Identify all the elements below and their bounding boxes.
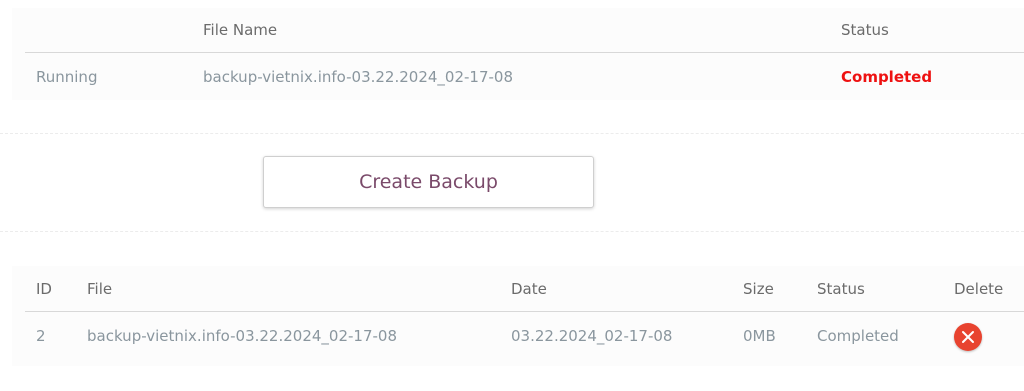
backups-header-file: File [87,280,113,298]
delete-backup-button[interactable] [954,323,982,351]
backups-header-status: Status [817,280,865,298]
running-header-status: Status [841,21,889,39]
backups-header-date: Date [511,280,547,298]
close-circle-icon [962,331,974,343]
backup-row-size: 0MB [743,327,776,345]
running-row-label: Running [36,68,98,86]
backups-header-id: ID [36,280,52,298]
backup-row-status: Completed [817,327,899,345]
running-row-status: Completed [841,68,933,86]
running-row-file-name: backup-vietnix.info-03.22.2024_02-17-08 [203,68,513,86]
backup-row-file: backup-vietnix.info-03.22.2024_02-17-08 [87,327,397,345]
running-header-file-name: File Name [203,21,278,39]
backups-header-divider [25,311,1024,312]
backups-header-size: Size [743,280,774,298]
create-backup-button[interactable]: Create Backup [263,156,594,208]
backup-row-id: 2 [36,327,46,345]
backups-header-delete: Delete [954,280,1004,298]
running-header-divider [25,52,1024,53]
section-divider-top [0,133,1024,134]
section-divider-bottom [0,231,1024,232]
backup-row-date: 03.22.2024_02-17-08 [511,327,673,345]
